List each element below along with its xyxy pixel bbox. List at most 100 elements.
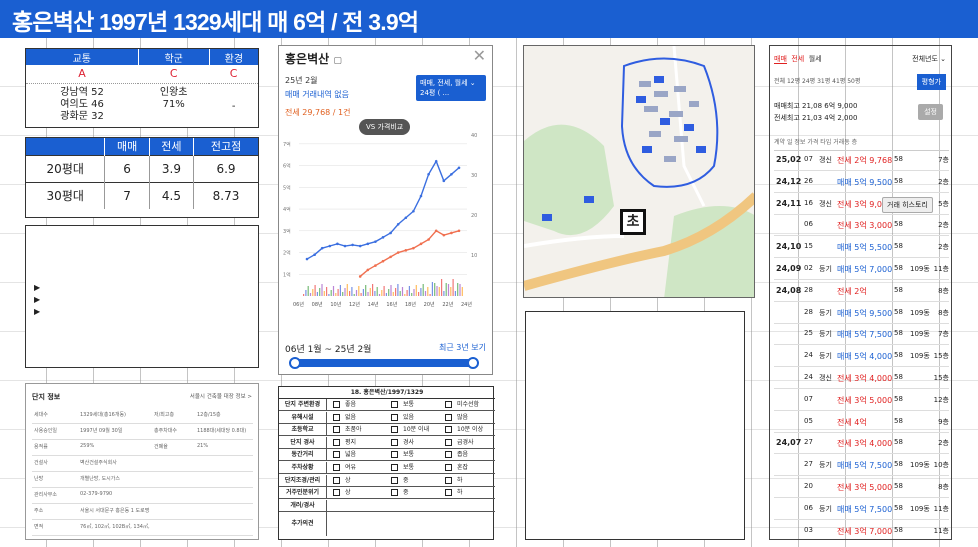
checkbox[interactable]: [391, 476, 398, 484]
list-item[interactable]: 28 등기 매매 5억 9,500 58 109동 8층: [774, 302, 949, 324]
list-item[interactable]: 24,10 15 매매 5억 5,500 58 2층: [774, 236, 949, 259]
checkbox[interactable]: [333, 438, 340, 446]
checklist-option[interactable]: 상: [333, 489, 351, 497]
checkbox[interactable]: [445, 401, 452, 408]
transport-detail: 강남역 52 여의도 46 광화문 32: [26, 83, 138, 127]
checklist-option[interactable]: 하: [445, 489, 463, 497]
checkbox[interactable]: [333, 489, 340, 497]
list-item[interactable]: 25,02 07 갱신 전세 2억 9,768 58 7층: [774, 149, 949, 171]
list-item[interactable]: 24,09 02 등기 매매 5억 7,000 58 109동 11층: [774, 258, 949, 280]
checklist-option[interactable]: 미수선함: [445, 401, 479, 409]
checkbox[interactable]: [391, 401, 398, 408]
close-icon[interactable]: ✕: [473, 46, 486, 65]
list-item[interactable]: 24 갱신 전세 3억 4,000 58 15층: [774, 367, 949, 389]
checklist-option[interactable]: 상: [333, 476, 351, 485]
checklist-row: 초등학교 초품아 10분 이내 10분 이상: [279, 424, 495, 437]
trade-floor: 7층: [938, 156, 949, 164]
checklist-option[interactable]: 넓음: [333, 451, 356, 459]
trade-day: 03: [804, 525, 813, 534]
checklist-option[interactable]: 10분 이상: [445, 426, 483, 434]
checkbox[interactable]: [333, 401, 340, 408]
size-compare-button[interactable]: 평형가: [916, 74, 946, 90]
checklist-option[interactable]: 10분 이내: [391, 426, 429, 434]
list-item[interactable]: 24 등기 매매 5억 4,000 58 109동 15층: [774, 345, 949, 368]
tab-monthly[interactable]: 월세: [809, 55, 822, 63]
checkbox[interactable]: [445, 451, 452, 459]
checklist-option[interactable]: 하: [445, 476, 463, 485]
checkbox[interactable]: [445, 438, 452, 446]
list-item[interactable]: 27 등기 매매 5억 7,500 58 109동 10층: [774, 454, 949, 477]
list-item[interactable]: 24,08 28 전세 2억 58 8층: [774, 280, 949, 302]
checklist-option[interactable]: 보통: [391, 464, 414, 472]
checkbox[interactable]: [391, 438, 398, 446]
building-registry-link[interactable]: 서울시 건축물 대장 정보 >: [190, 392, 252, 400]
list-item[interactable]: 24,07 27 전세 3억 4,000 58 2층: [774, 432, 949, 455]
checklist-option[interactable]: 중: [391, 489, 409, 497]
school-marker-icon[interactable]: 초: [620, 209, 646, 235]
checklist-option[interactable]: 중: [391, 476, 409, 485]
trade-day: 02: [804, 264, 813, 272]
trade-type: 58: [894, 176, 903, 185]
checkbox[interactable]: [391, 413, 398, 421]
checkbox[interactable]: [333, 413, 340, 421]
trade-floor: 5층: [938, 199, 949, 208]
checklist-option[interactable]: 많음: [445, 413, 468, 422]
list-item[interactable]: 06 전세 3억 3,000 58 2층: [774, 214, 949, 237]
checkbox[interactable]: [333, 464, 340, 471]
size-filter[interactable]: 전체 12평 24평 31평 41평 50평: [774, 76, 860, 85]
checklist-option[interactable]: 여유: [333, 464, 356, 472]
data-point: [374, 240, 377, 243]
list-item[interactable]: 25 등기 매매 5억 7,500 58 109동 7층: [774, 323, 949, 346]
checkbox[interactable]: [445, 489, 452, 497]
checkbox[interactable]: [391, 464, 398, 471]
checkbox[interactable]: [445, 426, 452, 434]
checklist-option[interactable]: 초품아: [333, 426, 362, 434]
checklist-option[interactable]: 보통: [391, 401, 414, 409]
checkbox[interactable]: [333, 426, 340, 434]
slider-start-handle[interactable]: [289, 357, 301, 369]
checkbox[interactable]: [333, 451, 340, 459]
trade-type-dropdown[interactable]: 매매, 전세, 월세 ⌄ 24평 ( ...: [416, 75, 486, 101]
volume-bar: [372, 284, 374, 296]
checklist-option[interactable]: 혼잡: [445, 464, 468, 472]
checklist-option[interactable]: 급경사: [445, 438, 474, 447]
volume-bar: [424, 291, 427, 296]
list-item[interactable]: 06 등기 매매 5억 7,500 58 109동 11층: [774, 498, 949, 520]
location-map[interactable]: 초: [523, 45, 755, 298]
date-range-slider[interactable]: [289, 357, 479, 369]
tab-sale[interactable]: 매매: [774, 55, 787, 64]
checklist-option[interactable]: 경사: [391, 438, 414, 447]
checklist-row: 주차상황 여유 보통 혼잡: [279, 462, 495, 474]
trade-price: 전세 3억 3,000: [837, 221, 893, 231]
location-table: 교통 학군 환경 A C C 강남역 52 여의도 46 광화문 32 인왕초 …: [25, 48, 259, 128]
checkbox[interactable]: [391, 489, 398, 497]
checklist-option[interactable]: 없음: [333, 413, 356, 422]
x-tick-label: 10년: [330, 301, 341, 308]
checkbox[interactable]: [333, 476, 340, 484]
checkbox[interactable]: [391, 451, 398, 459]
tab-jeonse[interactable]: 전세: [791, 55, 804, 63]
checkbox[interactable]: [445, 413, 452, 421]
checkbox[interactable]: [445, 464, 452, 471]
y-tick-label: 3억: [283, 228, 291, 235]
checklist-option[interactable]: 평지: [333, 438, 356, 447]
checklist-option[interactable]: 좋음: [333, 401, 356, 409]
list-item[interactable]: 20 전세 3억 5,000 58 8층: [774, 476, 949, 498]
notes-panel[interactable]: ▶ ▶ ▶: [25, 225, 259, 368]
trade-dong: 109동: [910, 352, 930, 361]
year-select[interactable]: 전체년도 ⌄: [912, 54, 946, 64]
recent-3y-button[interactable]: 최근 3년 보기: [439, 342, 486, 353]
memo-panel[interactable]: [525, 311, 745, 540]
checkbox[interactable]: [391, 426, 398, 434]
volume-bar: [383, 286, 385, 296]
slider-end-handle[interactable]: [467, 357, 479, 369]
checklist-option[interactable]: 있음: [391, 413, 414, 422]
list-item[interactable]: 24,12 26 매매 5억 9,500 58 2층: [774, 171, 949, 193]
list-item[interactable]: 07 전세 3억 5,000 58 12층: [774, 389, 949, 411]
list-item[interactable]: 05 전세 4억 58 9층: [774, 411, 949, 433]
checklist-option[interactable]: 좁음: [445, 451, 468, 459]
checklist-option[interactable]: 보통: [391, 451, 414, 459]
checkbox[interactable]: [445, 476, 452, 484]
settings-button[interactable]: 설정: [918, 104, 943, 120]
list-item[interactable]: 03 전세 3억 7,000 58 11층: [774, 520, 949, 539]
